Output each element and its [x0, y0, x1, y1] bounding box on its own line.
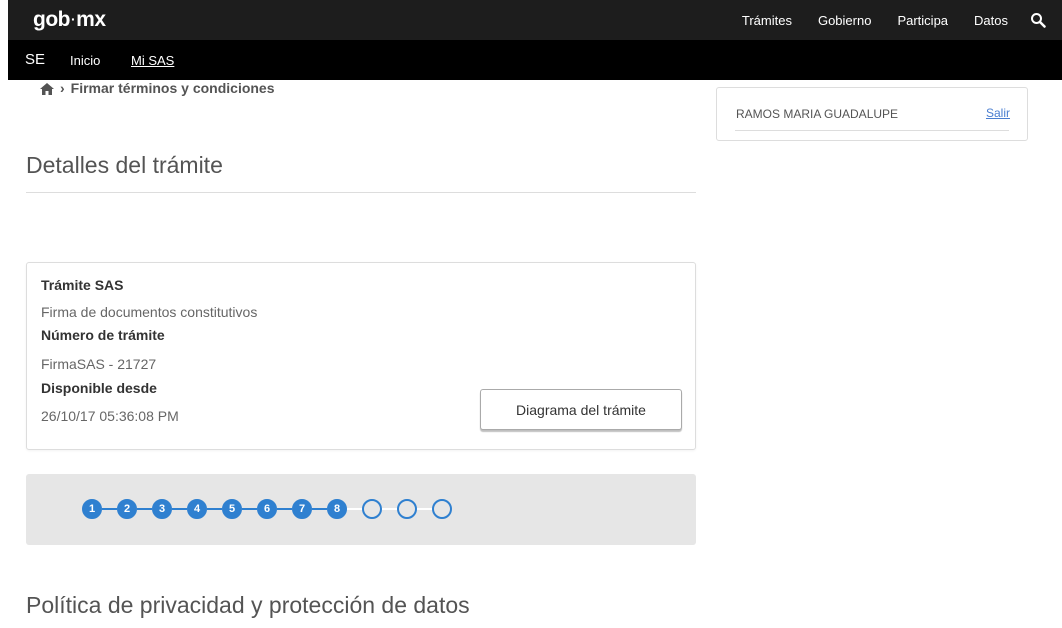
- top-navbar: gob·mx Trámites Gobierno Participa Datos: [8, 0, 1062, 40]
- tramite-details-card: Trámite SAS Firma de documentos constitu…: [26, 262, 696, 450]
- numero-value: FirmaSAS - 21727: [41, 356, 157, 372]
- step-connector: [347, 508, 362, 510]
- home-icon[interactable]: [40, 82, 54, 95]
- tramite-value: Firma de documentos constitutivos: [41, 304, 258, 320]
- step-8: 8: [327, 499, 347, 519]
- page-title: Detalles del trámite: [26, 152, 223, 178]
- search-icon[interactable]: [1030, 12, 1046, 28]
- title-divider: [26, 192, 696, 193]
- logout-link[interactable]: Salir: [986, 106, 1010, 120]
- gob-mx-logo[interactable]: gob·mx: [33, 8, 106, 32]
- step-connector: [382, 508, 397, 510]
- nav-tramites[interactable]: Trámites: [742, 13, 792, 28]
- user-name: RAMOS MARIA GUADALUPE: [736, 107, 899, 121]
- step-11: [432, 499, 452, 519]
- step-connector: [137, 508, 152, 510]
- top-nav: Trámites Gobierno Participa Datos: [716, 0, 1062, 40]
- nav-mi-sas[interactable]: Mi SAS: [131, 53, 174, 68]
- user-panel-divider: [735, 130, 1009, 131]
- step-connector: [417, 508, 432, 510]
- step-9: [362, 499, 382, 519]
- step-5: 5: [222, 499, 242, 519]
- step-2: 2: [117, 499, 137, 519]
- step-connector: [277, 508, 292, 510]
- user-panel: RAMOS MARIA GUADALUPE Salir: [716, 87, 1028, 141]
- step-4: 4: [187, 499, 207, 519]
- diagram-button[interactable]: Diagrama del trámite: [480, 389, 682, 430]
- nav-inicio[interactable]: Inicio: [70, 53, 100, 68]
- nav-datos[interactable]: Datos: [974, 13, 1008, 28]
- tramite-label: Trámite SAS: [41, 277, 124, 293]
- step-10: [397, 499, 417, 519]
- logo-suffix: mx: [76, 8, 106, 31]
- breadcrumb-current: Firmar términos y condiciones: [70, 80, 275, 96]
- numero-label: Número de trámite: [41, 327, 165, 343]
- privacy-title: Política de privacidad y protección de d…: [26, 592, 470, 618]
- step-7: 7: [292, 499, 312, 519]
- sub-navbar: SE Inicio Mi SAS: [8, 40, 1062, 80]
- breadcrumb: › Firmar términos y condiciones: [40, 80, 275, 96]
- step-connector: [242, 508, 257, 510]
- step-connector: [207, 508, 222, 510]
- disponible-label: Disponible desde: [41, 380, 157, 396]
- stepper-track: 12345678: [82, 499, 452, 519]
- step-connector: [172, 508, 187, 510]
- step-1: 1: [82, 499, 102, 519]
- disponible-value: 26/10/17 05:36:08 PM: [41, 408, 179, 424]
- logo-main: gob: [33, 8, 70, 31]
- step-6: 6: [257, 499, 277, 519]
- step-connector: [102, 508, 117, 510]
- breadcrumb-separator: ›: [60, 80, 65, 96]
- se-brand[interactable]: SE: [25, 51, 45, 68]
- step-connector: [312, 508, 327, 510]
- nav-gobierno[interactable]: Gobierno: [818, 13, 871, 28]
- step-3: 3: [152, 499, 172, 519]
- progress-stepper: 12345678: [26, 474, 696, 545]
- nav-participa[interactable]: Participa: [897, 13, 948, 28]
